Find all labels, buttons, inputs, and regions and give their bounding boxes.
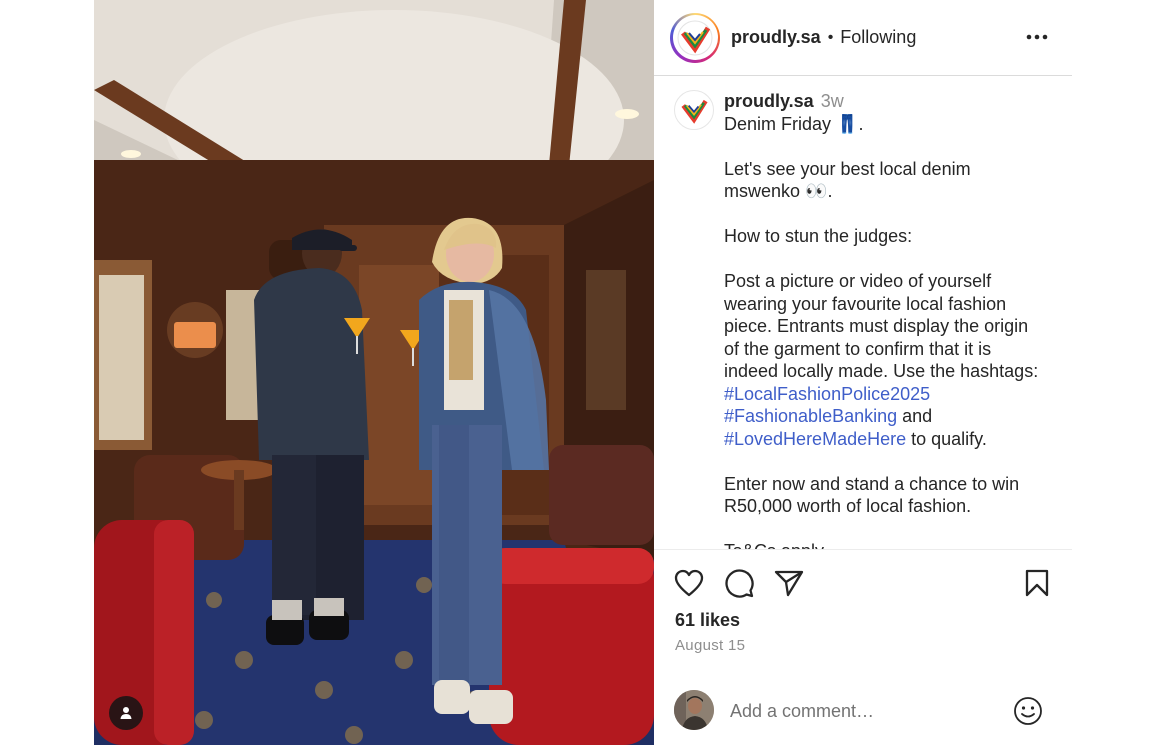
caption-line: Post a picture or video of yourself: [724, 271, 992, 291]
more-options-button[interactable]: [1026, 26, 1048, 48]
caption-line: piece. Entrants must display the origin: [724, 316, 1029, 336]
comment-input[interactable]: [730, 698, 1000, 724]
post-photo[interactable]: [94, 0, 654, 745]
current-user-avatar[interactable]: [674, 690, 714, 730]
caption-blank-line: [724, 518, 1054, 541]
hashtag-link[interactable]: #FashionableBanking: [724, 406, 897, 426]
more-options-icon: [1026, 34, 1048, 40]
proudly-sa-logo-icon: [677, 20, 713, 55]
hashtag-line: #LovedHereMadeHere to qualify.: [724, 428, 1054, 451]
post-header: proudly.sa • Following: [654, 0, 1072, 76]
qualify-suffix: to qualify.: [911, 428, 987, 449]
smiley-icon: [1014, 697, 1042, 725]
emoji-button[interactable]: [1012, 695, 1044, 727]
hashtag-link[interactable]: #LocalFashionPolice2025: [724, 384, 930, 404]
author-story-avatar[interactable]: [670, 12, 720, 63]
and-word: and: [902, 406, 933, 426]
comment-composer: [654, 688, 1072, 734]
save-button[interactable]: [1021, 567, 1053, 599]
caption-line: wearing your favourite local fashion: [724, 293, 1007, 314]
caption-author-username[interactable]: proudly.sa: [724, 91, 814, 111]
comment-bubble-icon: [725, 569, 754, 598]
caption-section: proudly.sa 3w Denim Friday 👖. Let's see y…: [654, 77, 1072, 549]
caption-blank-line: [724, 248, 1054, 271]
caption-text: proudly.sa 3w Denim Friday 👖. Let's see y…: [724, 90, 1054, 549]
hashtag-line: #LocalFashionPolice2025: [724, 383, 1054, 406]
hashtag-link[interactable]: #LovedHereMadeHere: [724, 429, 906, 449]
caption-line: indeed locally made. Use the hashtags:: [724, 361, 1039, 381]
post-side-panel: proudly.sa • Following proudly.sa 3w Deni…: [654, 0, 1072, 745]
caption-author-avatar[interactable]: [674, 90, 714, 130]
caption-blank-line: [724, 450, 1054, 473]
likes-count[interactable]: 61 likes: [675, 610, 740, 631]
like-button[interactable]: [673, 567, 705, 599]
share-button[interactable]: [773, 567, 805, 599]
comment-button[interactable]: [723, 567, 755, 599]
caption-line: of the garment to confirm that it is: [724, 338, 992, 359]
proudly-sa-logo-icon: [681, 99, 708, 124]
paper-plane-icon: [774, 570, 804, 597]
post-date[interactable]: August 15: [675, 637, 745, 654]
caption-blank-line: [724, 135, 1054, 158]
caption-author-line: proudly.sa 3w: [724, 90, 1054, 113]
caption-line: Ts&Cs apply.: [724, 540, 1054, 549]
caption-line: R50,000 worth of local fashion.: [724, 496, 972, 516]
post-actions: 61 likes August 15: [654, 549, 1072, 745]
author-username[interactable]: proudly.sa: [731, 27, 821, 48]
current-user-photo: [674, 690, 714, 730]
heart-icon: [674, 569, 704, 597]
user-tag-icon: [120, 707, 132, 719]
following-button[interactable]: Following: [840, 27, 916, 48]
caption-line: Denim Friday 👖.: [724, 113, 864, 134]
separator-dot: •: [827, 28, 834, 46]
caption-blank-line: [724, 203, 1054, 226]
caption-line: How to stun the judges:: [724, 226, 913, 246]
caption-line: Enter now and stand a chance to win: [724, 473, 1020, 494]
caption-line: mswenko 👀.: [724, 181, 833, 201]
bookmark-icon: [1025, 569, 1049, 597]
post-age[interactable]: 3w: [821, 91, 844, 111]
photo-scene: [94, 0, 654, 745]
user-tag-button[interactable]: [109, 696, 143, 730]
hashtag-line: #FashionableBanking and: [724, 405, 1054, 428]
caption-line: Let's see your best local denim: [724, 158, 971, 179]
